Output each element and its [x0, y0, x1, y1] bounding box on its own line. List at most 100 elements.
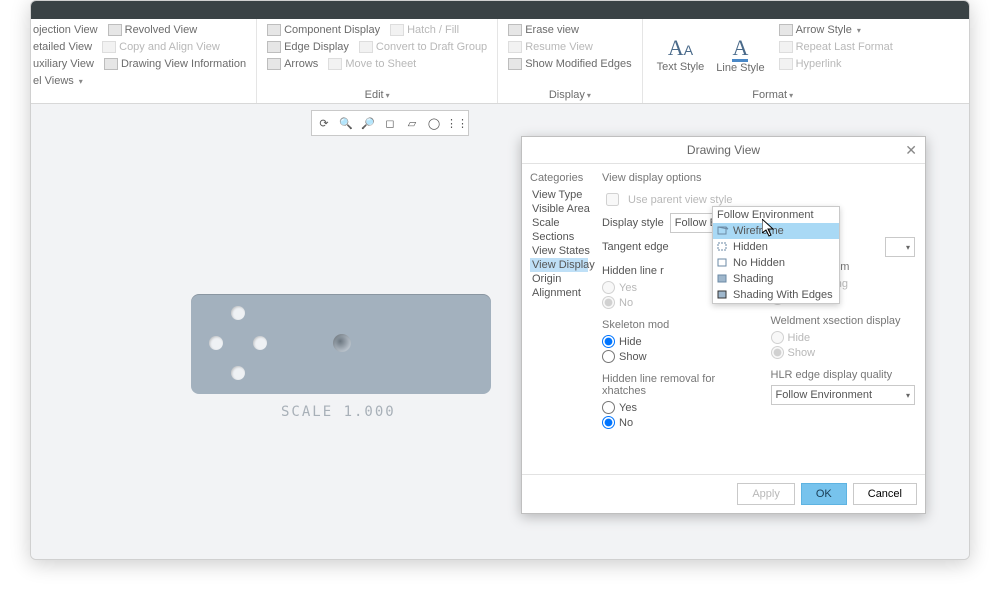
ok-button[interactable]: OK	[801, 483, 847, 505]
auxiliary-view-item[interactable]: uxiliary View	[31, 57, 96, 71]
label: el Views	[33, 75, 74, 87]
modified-edges-icon	[508, 58, 522, 70]
label: Resume View	[525, 41, 593, 53]
hidden-yes-radio	[602, 281, 615, 294]
label: Hatch / Fill	[407, 24, 459, 36]
edge-display-item[interactable]: Edge Display	[265, 40, 351, 54]
category-visible-area[interactable]: Visible Area	[530, 202, 588, 216]
label: Repeat Last Format	[796, 41, 893, 53]
drawing-canvas[interactable]: ⟳ 🔍 🔎 ◻ ▱ ◯ ⋮⋮ SCALE 1.000 Drawing View …	[31, 104, 969, 559]
arrow-style-item[interactable]: Arrow Style	[777, 23, 863, 37]
model-views-item[interactable]: el Views	[31, 74, 85, 88]
revolved-view-item[interactable]: Revolved View	[106, 23, 200, 37]
text-style-button[interactable]: AA Text Style	[651, 23, 711, 87]
detailed-view-item[interactable]: etailed View	[31, 40, 94, 54]
dialog-close-button[interactable]: ✕	[905, 142, 917, 159]
show-modified-edges-item[interactable]: Show Modified Edges	[506, 57, 633, 71]
repeat-format-item: Repeat Last Format	[777, 40, 895, 54]
category-view-states[interactable]: View States	[530, 244, 588, 258]
dropdown-item-hidden[interactable]: Hidden	[713, 239, 839, 255]
fit-button[interactable]: ◯	[424, 113, 444, 133]
label: etailed View	[33, 41, 92, 53]
display-group-label[interactable]: Display	[506, 87, 633, 101]
revolved-view-icon	[108, 24, 122, 36]
erase-view-item[interactable]: Erase view	[506, 23, 581, 37]
label: Revolved View	[125, 24, 198, 36]
copy-align-view-item: Copy and Align View	[100, 40, 222, 54]
label: Hidden	[733, 241, 768, 253]
zoom-in-button[interactable]: 🔍	[336, 113, 356, 133]
categories-panel: Categories View Type Visible Area Scale …	[522, 164, 592, 474]
dropdown-item-wireframe[interactable]: Wireframe	[713, 223, 839, 239]
scale-label: SCALE 1.000	[281, 404, 396, 420]
ribbon-group-display: Erase view Resume View Show Modified Edg…	[498, 19, 642, 103]
label: uxiliary View	[33, 58, 94, 70]
dialog-title: Drawing View ✕	[522, 137, 925, 164]
hole-icon	[231, 306, 245, 320]
ribbon-group-views: ojection View Revolved View etailed View…	[31, 19, 257, 103]
use-parent-checkbox	[606, 193, 619, 206]
label: Follow Environment	[717, 209, 814, 221]
yes-label: Yes	[619, 282, 637, 294]
refresh-button[interactable]: ⟳	[314, 113, 334, 133]
projection-view-item[interactable]: ojection View	[31, 23, 100, 37]
label: Component Display	[284, 24, 380, 36]
text-style-icon: AA	[668, 37, 693, 61]
label: Show Modified Edges	[525, 58, 631, 70]
xhatch-no-radio[interactable]	[602, 416, 615, 429]
format-group-label[interactable]: Format	[651, 87, 895, 101]
category-origin[interactable]: Origin	[530, 272, 588, 286]
hide-label: Hide	[788, 332, 811, 344]
drawing-view-info-item[interactable]: Drawing View Information	[102, 57, 248, 71]
dropdown-item-shading-edges[interactable]: Shading With Edges	[713, 287, 839, 303]
xhatch-yes-radio[interactable]	[602, 401, 615, 414]
arrows-icon	[267, 58, 281, 70]
pan-button[interactable]: ▱	[402, 113, 422, 133]
resume-icon	[508, 41, 522, 53]
component-display-item[interactable]: Component Display	[265, 23, 382, 37]
hyperlink-item: Hyperlink	[777, 57, 844, 71]
zoom-window-button[interactable]: ◻	[380, 113, 400, 133]
zoom-out-button[interactable]: 🔎	[358, 113, 378, 133]
hole-icon	[253, 336, 267, 350]
edit-group-label[interactable]: Edit	[265, 87, 489, 101]
hidden-icon	[717, 242, 729, 252]
label: Drawing View Information	[121, 58, 246, 70]
app-window: ojection View Revolved View etailed View…	[30, 0, 970, 560]
category-alignment[interactable]: Alignment	[530, 286, 588, 300]
hatch-icon	[390, 24, 404, 36]
tangent-edge-select[interactable]	[885, 237, 915, 257]
view-options-button[interactable]: ⋮⋮	[446, 113, 466, 133]
label: No Hidden	[733, 257, 785, 269]
dialog-footer: Apply OK Cancel	[522, 474, 925, 513]
label: Shading With Edges	[733, 289, 833, 301]
options-panel: View display options Use parent view sty…	[592, 164, 925, 474]
category-view-display[interactable]: View Display	[530, 258, 588, 272]
category-sections[interactable]: Sections	[530, 230, 588, 244]
label: Wireframe	[733, 225, 784, 237]
weldment-show-radio	[771, 346, 784, 359]
chevron-down-icon	[906, 389, 910, 401]
ribbon-group-edit: Component Display Hatch / Fill Edge Disp…	[257, 19, 498, 103]
show-label: Show	[619, 351, 647, 363]
category-scale[interactable]: Scale	[530, 216, 588, 230]
category-view-type[interactable]: View Type	[530, 188, 588, 202]
label: Convert to Draft Group	[376, 41, 487, 53]
dropdown-item-follow-env[interactable]: Follow Environment	[713, 207, 839, 223]
line-style-icon: A	[732, 37, 748, 62]
line-style-button[interactable]: A Line Style	[710, 23, 770, 87]
no-hidden-icon	[717, 258, 729, 268]
label: Arrows	[284, 58, 318, 70]
skeleton-show-radio[interactable]	[602, 350, 615, 363]
cancel-button[interactable]: Cancel	[853, 483, 917, 505]
hlr-quality-select[interactable]: Follow Environment	[771, 385, 916, 405]
label: Line Style	[716, 62, 764, 74]
dropdown-item-no-hidden[interactable]: No Hidden	[713, 255, 839, 271]
copy-align-icon	[102, 41, 116, 53]
arrows-item[interactable]: Arrows	[265, 57, 320, 71]
move-sheet-icon	[328, 58, 342, 70]
skeleton-hide-radio[interactable]	[602, 335, 615, 348]
dropdown-item-shading[interactable]: Shading	[713, 271, 839, 287]
hatch-fill-item: Hatch / Fill	[388, 23, 461, 37]
hlr-xhatch-heading: Hidden line removal for xhatches	[602, 373, 747, 397]
